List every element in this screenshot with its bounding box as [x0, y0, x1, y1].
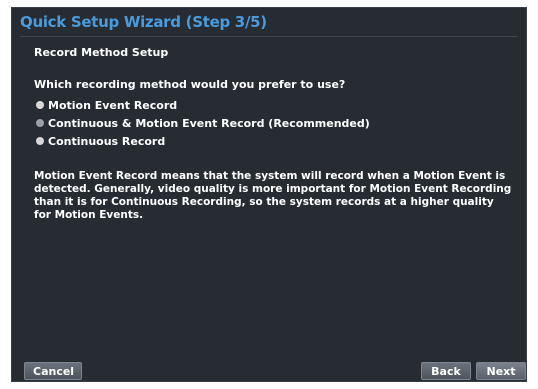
radio-button-selected-icon[interactable] [36, 119, 44, 127]
option-motion-event-record[interactable]: Motion Event Record [36, 96, 370, 114]
section-title: Record Method Setup [34, 46, 169, 59]
back-button[interactable]: Back [421, 362, 471, 380]
method-description: Motion Event Record means that the syste… [34, 170, 512, 221]
wizard-title: Quick Setup Wizard (Step 3/5) [20, 13, 267, 31]
option-continuous-record[interactable]: Continuous Record [36, 132, 370, 150]
cancel-button[interactable]: Cancel [24, 362, 82, 380]
recording-method-options: Motion Event Record Continuous & Motion … [36, 96, 370, 150]
next-button[interactable]: Next [476, 362, 526, 380]
title-divider [20, 36, 518, 37]
quick-setup-wizard-window: Quick Setup Wizard (Step 3/5) Record Met… [11, 7, 527, 382]
option-continuous-motion-event-record[interactable]: Continuous & Motion Event Record (Recomm… [36, 114, 370, 132]
recording-method-question: Which recording method would you prefer … [34, 78, 346, 91]
option-label: Continuous Record [48, 134, 166, 148]
option-label: Continuous & Motion Event Record (Recomm… [48, 116, 370, 130]
radio-button-icon[interactable] [36, 101, 44, 109]
radio-button-icon[interactable] [36, 137, 44, 145]
option-label: Motion Event Record [48, 98, 178, 112]
